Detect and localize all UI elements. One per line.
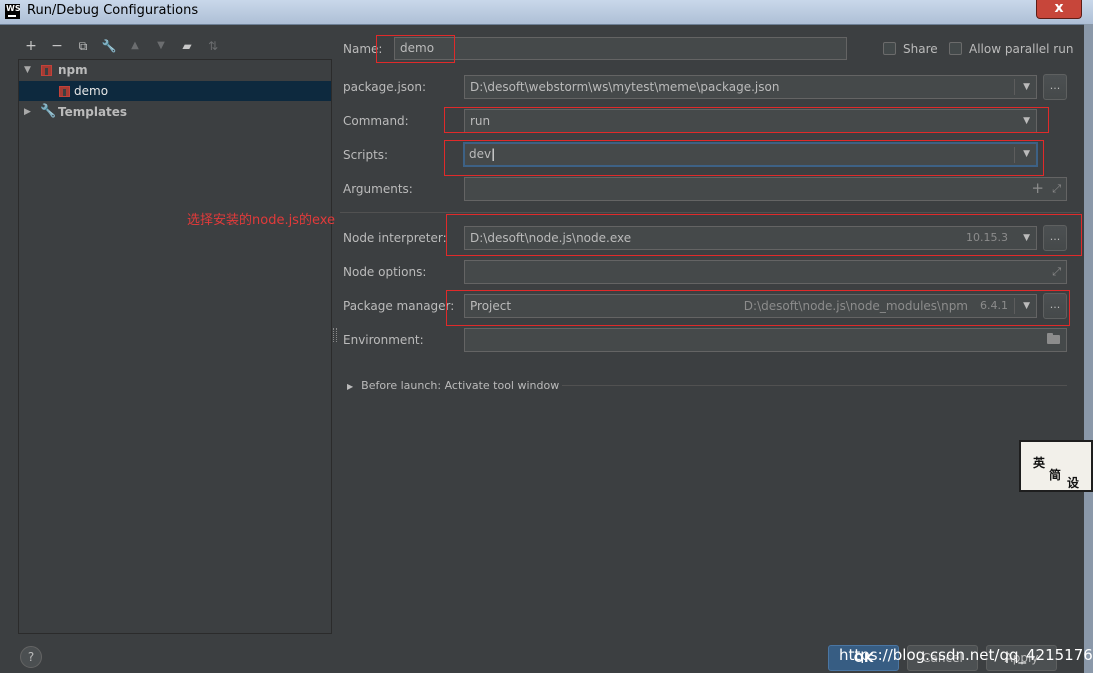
dropdown-separator	[1014, 147, 1015, 163]
stamp-char: 简	[1049, 468, 1062, 482]
new-folder-icon[interactable]: ▰	[179, 36, 195, 56]
annotation-text: 选择安装的node.js的exe	[187, 213, 336, 228]
stamp-char: 英	[1033, 456, 1046, 470]
move-up-icon[interactable]: ▲	[127, 36, 143, 56]
scripts-dropdown[interactable]: dev| ▼	[463, 142, 1038, 167]
splitter-handle[interactable]	[333, 328, 337, 342]
package-manager-version: 6.4.1	[980, 299, 1008, 312]
section-divider	[562, 385, 1067, 386]
add-icon[interactable]: +	[23, 36, 39, 56]
chevron-down-icon[interactable]: ▼	[1023, 295, 1030, 317]
title-bar: WS Run/Debug Configurations x	[0, 0, 1093, 25]
section-divider	[340, 212, 1080, 213]
sort-icon[interactable]: ⇅	[205, 36, 221, 56]
wrench-icon[interactable]: 🔧	[101, 36, 117, 56]
expand-arrow-icon[interactable]: ▶	[24, 102, 31, 122]
wrench-icon: 🔧	[40, 104, 57, 119]
share-label: Share	[903, 42, 938, 56]
arguments-label: Arguments:	[343, 182, 413, 196]
before-launch-section[interactable]: ▶ Before launch: Activate tool window	[347, 379, 559, 392]
help-button[interactable]: ?	[20, 646, 42, 668]
remove-icon[interactable]: −	[49, 36, 65, 56]
copy-icon[interactable]: ⧉	[75, 36, 91, 56]
allow-parallel-checkbox[interactable]	[949, 42, 962, 55]
chevron-down-icon[interactable]: ▼	[1023, 110, 1030, 132]
node-options-label: Node options:	[343, 265, 427, 279]
expand-icon[interactable]: ⤢	[1052, 178, 1061, 200]
share-checkbox[interactable]	[883, 42, 896, 55]
package-manager-label: Package manager:	[343, 299, 455, 313]
folder-icon[interactable]	[1047, 333, 1060, 344]
tree-item-label: npm	[58, 63, 88, 77]
stamp-char: 设	[1067, 476, 1080, 490]
environment-label: Environment:	[343, 333, 424, 347]
dropdown-separator	[1014, 298, 1015, 314]
allow-parallel-label: Allow parallel run	[969, 42, 1074, 56]
node-interpreter-dropdown[interactable]: D:\desoft\node.js\node.exe 10.15.3 ▼	[464, 226, 1037, 250]
seal-stamp-image: 英 简 设	[1019, 440, 1093, 492]
package-json-browse-button[interactable]: ...	[1043, 74, 1067, 100]
scripts-label: Scripts:	[343, 148, 389, 162]
window-title: Run/Debug Configurations	[27, 3, 199, 18]
close-button[interactable]: x	[1036, 0, 1082, 19]
tree-item-templates[interactable]: ▶ 🔧 Templates	[19, 102, 331, 122]
name-value: demo	[400, 41, 435, 55]
configuration-tree: ▼ npm demo ▶ 🔧 Templates	[18, 59, 332, 634]
package-manager-dropdown[interactable]: Project D:\desoft\node.js\node_modules\n…	[464, 294, 1037, 318]
tree-item-label: Templates	[58, 105, 128, 119]
npm-icon	[41, 65, 52, 76]
arguments-input[interactable]: + ⤢	[464, 177, 1067, 201]
npm-icon	[59, 86, 70, 97]
package-manager-value: Project	[470, 299, 512, 313]
expand-arrow-icon[interactable]: ▶	[347, 382, 353, 391]
tree-item-npm[interactable]: ▼ npm	[19, 60, 331, 80]
name-label: Name:	[343, 42, 383, 56]
package-json-value: D:\desoft\webstorm\ws\mytest\meme\packag…	[470, 80, 780, 94]
node-options-input[interactable]: ⤢	[464, 260, 1067, 284]
dropdown-separator	[1014, 79, 1015, 95]
command-label: Command:	[343, 114, 409, 128]
command-dropdown[interactable]: run ▼	[464, 109, 1037, 133]
tree-item-label: demo	[74, 84, 109, 98]
chevron-down-icon[interactable]: ▼	[1023, 227, 1030, 249]
node-interpreter-browse-button[interactable]: ...	[1043, 225, 1067, 251]
collapse-arrow-icon[interactable]: ▼	[24, 60, 31, 80]
command-value: run	[470, 114, 491, 128]
window-frame-edge	[1084, 24, 1093, 673]
package-manager-path: D:\desoft\node.js\node_modules\npm	[743, 299, 968, 313]
chevron-down-icon[interactable]: ▼	[1023, 144, 1030, 164]
tree-item-demo[interactable]: demo	[19, 81, 331, 101]
environment-input[interactable]	[464, 328, 1067, 352]
package-manager-browse-button[interactable]: ...	[1043, 293, 1067, 319]
chevron-down-icon[interactable]: ▼	[1023, 76, 1030, 98]
before-launch-label: Before launch: Activate tool window	[361, 379, 560, 392]
add-icon[interactable]: +	[1031, 178, 1044, 199]
watermark-url: https://blog.csdn.net/qq_42151769	[839, 646, 1093, 664]
package-json-dropdown[interactable]: D:\desoft\webstorm\ws\mytest\meme\packag…	[464, 75, 1037, 99]
node-interpreter-value: D:\desoft\node.js\node.exe	[470, 231, 632, 245]
expand-icon[interactable]: ⤢	[1052, 261, 1061, 283]
text-cursor: |	[491, 147, 496, 161]
scripts-value: dev	[469, 147, 492, 161]
name-input[interactable]: demo	[394, 37, 847, 60]
package-json-label: package.json:	[343, 80, 427, 94]
move-down-icon[interactable]: ▼	[153, 36, 169, 56]
webstorm-logo-icon: WS	[5, 4, 21, 19]
node-interpreter-label: Node interpreter:	[343, 231, 447, 245]
node-version: 10.15.3	[966, 231, 1008, 244]
